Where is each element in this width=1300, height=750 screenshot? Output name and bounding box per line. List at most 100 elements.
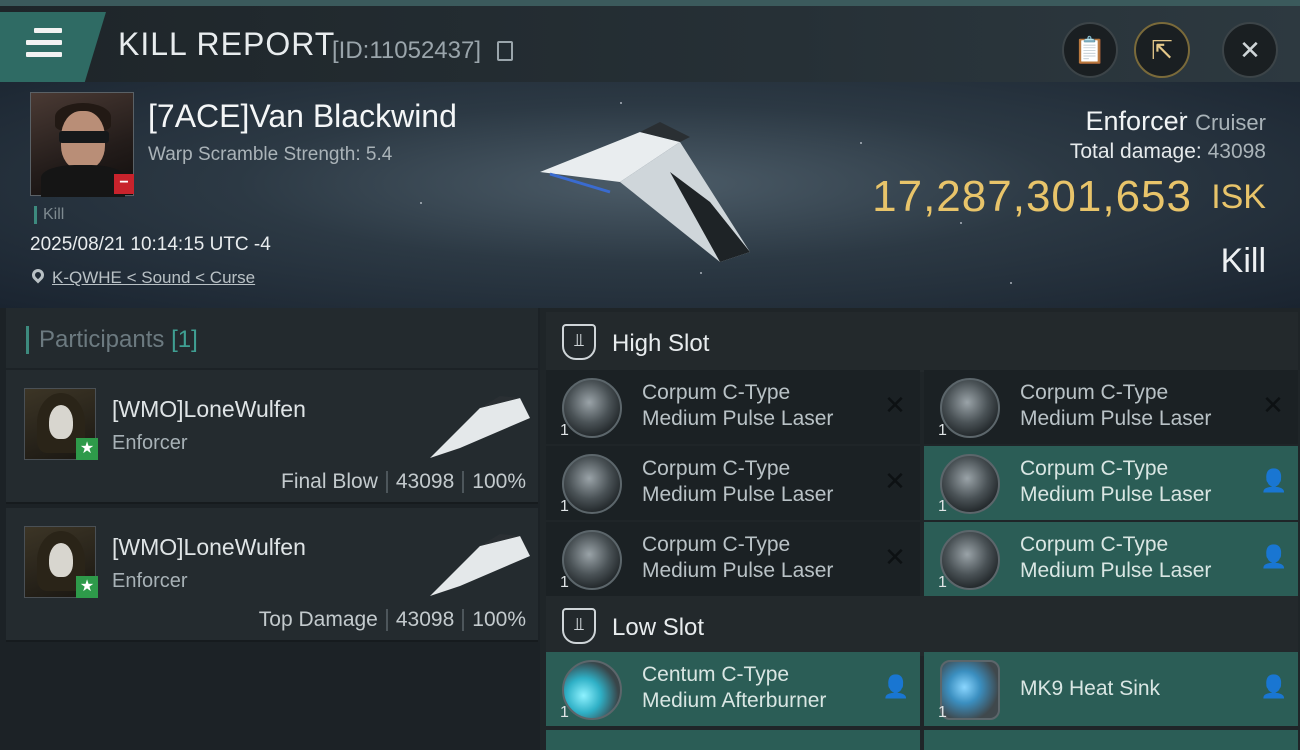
- participants-header: Participants [1]: [6, 308, 538, 368]
- copy-id-icon[interactable]: [497, 41, 513, 61]
- module-quantity: 1: [560, 704, 569, 721]
- victim-ship-name: Enforcer: [1085, 106, 1188, 136]
- participant-ship: Enforcer: [112, 432, 188, 454]
- victim-banner: − [7ACE]Van Blackwind Warp Scramble Stre…: [0, 82, 1300, 308]
- participant-damage: 43098: [395, 608, 455, 631]
- high-slot-title: High Slot: [612, 330, 710, 357]
- participant-role: Final Blow: [281, 470, 378, 493]
- dropped-person-icon: 👤: [882, 674, 910, 699]
- module-high-2[interactable]: 1 Corpum C-Type Medium Pulse Laser ✕: [924, 370, 1298, 444]
- dropped-person-icon: 👤: [1260, 468, 1288, 493]
- victim-name[interactable]: [7ACE]Van Blackwind: [148, 98, 457, 135]
- destroyed-icon: ✕: [884, 466, 906, 496]
- module-low-2[interactable]: 1 MK9 Heat Sink 👤: [924, 652, 1298, 726]
- total-damage-value: 43098: [1207, 140, 1266, 163]
- destroyed-icon: ✕: [884, 390, 906, 420]
- close-icon: ✕: [1239, 34, 1261, 65]
- destroyed-icon: ✕: [1262, 390, 1284, 420]
- menu-button[interactable]: [0, 12, 106, 82]
- participant-percent: 100%: [472, 608, 526, 631]
- victim-ship: Enforcer Cruiser: [1086, 106, 1266, 137]
- module-name: Centum C-Type Medium Afterburner: [642, 663, 827, 712]
- hostile-badge: −: [114, 174, 134, 194]
- report-id: [ID:11052437]: [332, 37, 482, 64]
- victim-ship-image: [540, 122, 750, 262]
- dropped-person-icon: 👤: [1260, 674, 1288, 699]
- participant-percent: 100%: [472, 470, 526, 493]
- participant-damage: 43098: [395, 470, 455, 493]
- clipboard-icon: 📋: [1073, 34, 1107, 65]
- hamburger-icon: [26, 28, 62, 58]
- kill-tag: Kill: [34, 206, 64, 224]
- participant-name: [WMO]LoneWulfen: [112, 534, 306, 560]
- pulse-laser-icon: [562, 454, 622, 514]
- warp-scramble-strength: Warp Scramble Strength: 5.4: [148, 144, 393, 165]
- participant-row[interactable]: ★ [WMO]LoneWulfen Enforcer Final Blow 430…: [6, 370, 538, 504]
- ally-star-icon: ★: [76, 576, 98, 598]
- participant-ship-image: [430, 534, 530, 596]
- title-bar: KILL REPORT [ID:11052437] 📋 ⇱ ✕: [0, 0, 1300, 82]
- participants-panel: Participants [1] ★ [WMO]LoneWulfen Enfor…: [0, 308, 540, 750]
- pulse-laser-icon: [562, 530, 622, 590]
- module-high-5[interactable]: 1 Corpum C-Type Medium Pulse Laser ✕: [546, 522, 920, 596]
- module-quantity: 1: [560, 498, 569, 515]
- isk-unit: ISK: [1211, 178, 1266, 216]
- module-high-4[interactable]: 1 Corpum C-Type Medium Pulse Laser 👤: [924, 446, 1298, 520]
- high-slot-icon: ⫫: [562, 324, 596, 360]
- module-high-6[interactable]: 1 Corpum C-Type Medium Pulse Laser 👤: [924, 522, 1298, 596]
- destroyed-icon: ✕: [884, 542, 906, 572]
- afterburner-icon: [562, 660, 622, 720]
- participants-count: [1]: [171, 326, 198, 353]
- participant-ship-image: [430, 396, 530, 458]
- participants-title-text: Participants: [39, 326, 165, 353]
- module-name: Corpum C-Type Medium Pulse Laser: [642, 381, 834, 430]
- pulse-laser-icon: [940, 530, 1000, 590]
- module-high-3[interactable]: 1 Corpum C-Type Medium Pulse Laser ✕: [546, 446, 920, 520]
- page-title: KILL REPORT: [118, 26, 336, 62]
- result-label: Kill: [1220, 242, 1266, 280]
- total-damage: Total damage: 43098: [1070, 140, 1266, 164]
- low-slot-icon: ⫫: [562, 608, 596, 644]
- victim-ship-class: Cruiser: [1195, 110, 1266, 135]
- low-slot-header: ⫫ Low Slot: [546, 596, 1298, 656]
- module-low-1[interactable]: 1 Centum C-Type Medium Afterburner 👤: [546, 652, 920, 726]
- heat-sink-icon: [940, 660, 1000, 720]
- module-name: Corpum C-Type Medium Pulse Laser: [642, 457, 834, 506]
- pulse-laser-icon: [940, 378, 1000, 438]
- kill-datetime: 2025/08/21 10:14:15 UTC -4: [30, 234, 271, 255]
- ally-star-icon: ★: [76, 438, 98, 460]
- isk-value: 17,287,301,653: [872, 172, 1192, 221]
- module-low-3[interactable]: [546, 730, 920, 750]
- participant-stats: Final Blow 43098 100%: [281, 470, 526, 494]
- participant-name: [WMO]LoneWulfen: [112, 396, 306, 422]
- kill-location-link[interactable]: K-QWHE < Sound < Curse: [30, 268, 255, 288]
- close-button[interactable]: ✕: [1222, 22, 1278, 78]
- module-quantity: 1: [938, 422, 947, 439]
- module-high-1[interactable]: 1 Corpum C-Type Medium Pulse Laser ✕: [546, 370, 920, 444]
- module-quantity: 1: [938, 498, 947, 515]
- module-quantity: 1: [938, 574, 947, 591]
- participant-stats: Top Damage 43098 100%: [259, 608, 526, 632]
- module-quantity: 1: [560, 422, 569, 439]
- clipboard-button[interactable]: 📋: [1062, 22, 1118, 78]
- participant-row[interactable]: ★ [WMO]LoneWulfen Enforcer Top Damage 430…: [6, 508, 538, 642]
- dropped-person-icon: 👤: [1260, 544, 1288, 569]
- module-quantity: 1: [938, 704, 947, 721]
- share-button[interactable]: ⇱: [1134, 22, 1190, 78]
- module-name: Corpum C-Type Medium Pulse Laser: [1020, 533, 1212, 582]
- module-low-4[interactable]: [924, 730, 1298, 750]
- high-slot-header: ⫫ High Slot: [546, 312, 1298, 372]
- low-slot-title: Low Slot: [612, 614, 705, 641]
- module-name: Corpum C-Type Medium Pulse Laser: [642, 533, 834, 582]
- module-name: MK9 Heat Sink: [1020, 677, 1161, 700]
- module-quantity: 1: [560, 574, 569, 591]
- module-name: Corpum C-Type Medium Pulse Laser: [1020, 381, 1212, 430]
- total-damage-label: Total damage:: [1069, 140, 1202, 163]
- participants-title: Participants [1]: [26, 326, 198, 354]
- fitting-panel: ⫫ High Slot 1 Corpum C-Type Medium Pulse …: [540, 308, 1300, 750]
- pulse-laser-icon: [940, 454, 1000, 514]
- share-icon: ⇱: [1151, 34, 1173, 65]
- participant-ship: Enforcer: [112, 570, 188, 592]
- module-name: Corpum C-Type Medium Pulse Laser: [1020, 457, 1212, 506]
- pulse-laser-icon: [562, 378, 622, 438]
